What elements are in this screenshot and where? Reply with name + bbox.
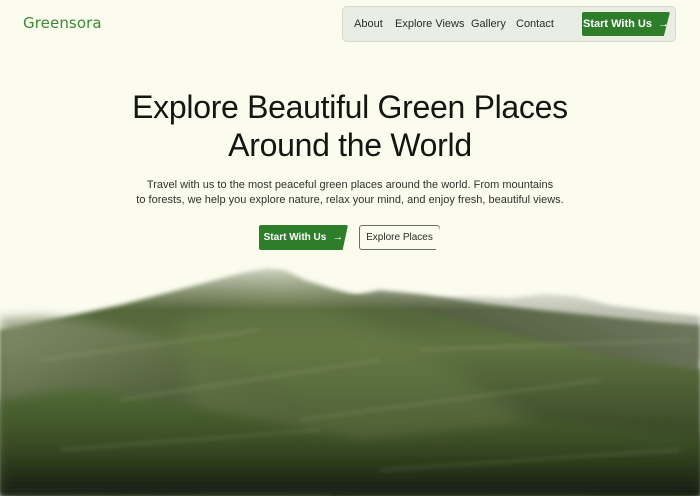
arrow-right-icon: → (657, 17, 669, 30)
hero-title: Explore Beautiful Green Places Around th… (0, 88, 700, 164)
nav-item-about[interactable]: About (354, 18, 383, 30)
nav-item-contact[interactable]: Contact (516, 18, 554, 30)
top-navigation: About Explore Views Gallery Contact Star… (342, 6, 676, 42)
brand-logo[interactable]: Greensora (23, 14, 102, 32)
nav-start-with-us-button[interactable]: Start With Us → (582, 12, 670, 36)
explore-places-button[interactable]: Explore Places (359, 225, 440, 250)
hero-subtitle-line-2: to forests, we help you explore nature, … (136, 194, 564, 206)
landing-page: Greensora About Explore Views Gallery Co… (0, 0, 700, 496)
hero-primary-button-label: Start With Us (263, 232, 327, 243)
nav-item-explore-views[interactable]: Explore Views (395, 18, 465, 30)
nav-item-gallery[interactable]: Gallery (471, 18, 506, 30)
hero-subtitle-line-1: Travel with us to the most peaceful gree… (146, 179, 554, 191)
nav-cta-label: Start With Us (583, 18, 652, 30)
hero-title-line-1: Explore Beautiful Green Places (132, 89, 568, 125)
hero-subtitle: Travel with us to the most peaceful gree… (120, 178, 580, 208)
hero-title-line-2: Around the World (228, 127, 472, 163)
hero-start-with-us-button[interactable]: Start With Us → (259, 225, 348, 250)
hero-secondary-button-label: Explore Places (366, 232, 433, 243)
arrow-right-icon: → (332, 231, 344, 243)
mountain-landscape-image (0, 255, 700, 496)
